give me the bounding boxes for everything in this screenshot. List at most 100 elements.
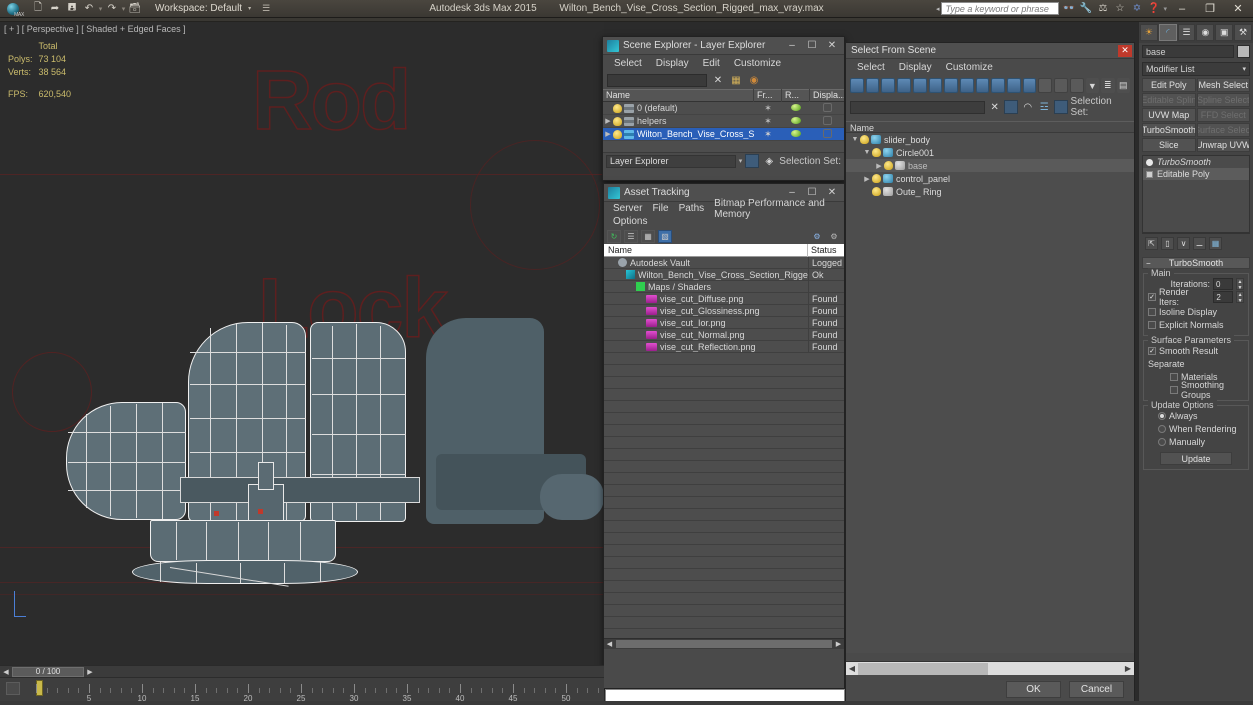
- explorer-mode-combo[interactable]: Layer Explorer: [606, 155, 736, 168]
- table-row-empty[interactable]: [604, 545, 844, 557]
- perspective-viewport[interactable]: [ + ] [ Perspective ] [ Shaded + Edged F…: [0, 22, 604, 665]
- materials-checkbox[interactable]: [1170, 373, 1178, 381]
- table-row-empty[interactable]: [604, 449, 844, 461]
- show-end-result-icon[interactable]: ▯: [1161, 237, 1174, 250]
- time-slider-track[interactable]: [96, 667, 604, 677]
- utilities-tab[interactable]: ⚒: [1234, 24, 1252, 41]
- menu-options[interactable]: Options: [608, 216, 652, 227]
- update-button[interactable]: Update: [1160, 452, 1232, 465]
- display-influences-icon[interactable]: [1054, 78, 1068, 93]
- menu-file[interactable]: File: [647, 203, 673, 214]
- command-panel[interactable]: ☀ ◜ ☰ ◉ ▣ ⚒ base Modifier List ▾ Edit Po…: [1138, 22, 1253, 705]
- columns-icon[interactable]: ▤: [1117, 78, 1131, 93]
- vise-model[interactable]: [0, 22, 604, 665]
- thumbnail-view-icon[interactable]: ▦: [641, 230, 655, 243]
- asset-horizontal-scrollbar[interactable]: ◀ ▶: [604, 638, 844, 649]
- remove-modifier-icon[interactable]: ⚊: [1193, 237, 1206, 250]
- selection-set-icon[interactable]: [1054, 100, 1068, 114]
- modifier-enable-icon[interactable]: [1146, 159, 1153, 166]
- make-unique-icon[interactable]: ∨: [1177, 237, 1190, 250]
- configure-sets-icon[interactable]: ▦: [1209, 237, 1222, 250]
- refresh-icon[interactable]: ↻: [607, 230, 621, 243]
- modifier-edit-poly-button[interactable]: Edit Poly: [1142, 78, 1196, 92]
- layer-props-icon[interactable]: ◉: [747, 73, 761, 87]
- column-freeze[interactable]: Fr...: [754, 89, 782, 102]
- grid-view-icon[interactable]: ▧: [658, 230, 672, 243]
- table-row-empty[interactable]: [604, 437, 844, 449]
- select-from-scene-dialog[interactable]: Select From Scene ✕ Select Display Custo…: [845, 42, 1135, 704]
- select-by-name-icon[interactable]: [1004, 100, 1018, 114]
- table-row-empty[interactable]: [604, 581, 844, 593]
- vault-login-icon[interactable]: ⚙: [810, 230, 824, 243]
- light-bulb-icon[interactable]: [860, 135, 869, 144]
- table-row[interactable]: Autodesk Vault Logged: [604, 257, 844, 269]
- minimize-button[interactable]: –: [1169, 0, 1195, 17]
- table-row[interactable]: Maps / Shaders: [604, 281, 844, 293]
- modifier-list-dropdown[interactable]: Modifier List ▾: [1142, 62, 1250, 76]
- tree-item-base[interactable]: ▶ base: [846, 159, 1134, 172]
- table-row[interactable]: Wilton_Bench_Vise_Cross_Section_Rigged_m…: [604, 269, 844, 281]
- freeze-toggle[interactable]: ✶: [754, 116, 782, 127]
- tree-item-slider-body[interactable]: ▼ slider_body: [846, 133, 1134, 146]
- light-bulb-icon[interactable]: [884, 161, 893, 170]
- smooth-result-checkbox[interactable]: ✓: [1148, 347, 1156, 355]
- menu-select[interactable]: Select: [607, 58, 649, 69]
- freeze-toggle[interactable]: ✶: [754, 103, 782, 114]
- help-icon[interactable]: ❓: [1146, 1, 1161, 16]
- menu-customize[interactable]: Customize: [939, 62, 1000, 73]
- filter-groups-icon[interactable]: [944, 78, 958, 93]
- modifier-ffd-select-button[interactable]: FFD Select: [1197, 108, 1251, 122]
- table-row-empty[interactable]: [604, 617, 844, 629]
- table-row[interactable]: ▶ Wilton_Bench_Vise_Cross_Section_Ri... …: [603, 128, 844, 141]
- scene-explorer-maximize-button[interactable]: ☐: [802, 37, 822, 54]
- wrench-icon[interactable]: 🔧: [1078, 1, 1093, 16]
- time-slider-bar[interactable]: ◀ 0 / 100 ▶: [0, 665, 604, 677]
- filter-cameras-icon[interactable]: [897, 78, 911, 93]
- table-row-empty[interactable]: [604, 533, 844, 545]
- help-dropdown-icon[interactable]: ▾: [1163, 5, 1167, 13]
- layer-explorer-toggle-icon[interactable]: [745, 154, 759, 168]
- freeze-toggle[interactable]: ✶: [754, 129, 782, 140]
- table-row-empty[interactable]: [604, 593, 844, 605]
- cancel-button[interactable]: Cancel: [1069, 681, 1124, 698]
- light-bulb-icon[interactable]: [872, 187, 881, 196]
- set-key-icon[interactable]: [6, 682, 20, 695]
- isoline-display-checkbox[interactable]: [1148, 308, 1156, 316]
- table-row[interactable]: vise_cut_Glossiness.png Found: [604, 305, 844, 317]
- asset-tracking-window[interactable]: Asset Tracking – ☐ ✕ Server File Paths B…: [603, 183, 845, 689]
- new-file-icon[interactable]: 🗋: [30, 1, 46, 16]
- table-row-empty[interactable]: [604, 509, 844, 521]
- display-toggle[interactable]: [810, 116, 844, 127]
- hierarchy-tab[interactable]: ☰: [1178, 24, 1196, 41]
- tree-item-circle001[interactable]: ▼ Circle001: [846, 146, 1134, 159]
- scroll-right-arrow-icon[interactable]: ▶: [1122, 664, 1134, 673]
- main-menu-icon[interactable]: ☰: [262, 3, 270, 14]
- column-render[interactable]: R...: [782, 89, 810, 102]
- modifier-stack[interactable]: TurboSmooth Editable Poly: [1142, 155, 1250, 233]
- asset-rows[interactable]: Autodesk Vault Logged Wilton_Bench_Vise_…: [604, 257, 844, 353]
- layer-tree[interactable]: 0 (default) ✶ ▶ helpers ✶ ▶ Wilton_Bench…: [603, 102, 844, 152]
- table-row-empty[interactable]: [604, 389, 844, 401]
- redo-icon[interactable]: ↷: [104, 1, 120, 16]
- light-bulb-icon[interactable]: [872, 174, 881, 183]
- filter-lights-icon[interactable]: [881, 78, 895, 93]
- expander-icon[interactable]: ▶: [603, 117, 613, 125]
- prev-frame-icon[interactable]: ◀: [0, 668, 12, 676]
- filter-helpers-icon[interactable]: [913, 78, 927, 93]
- tree-item-control-panel[interactable]: ▶ control_panel: [846, 172, 1134, 185]
- table-row-empty[interactable]: [604, 557, 844, 569]
- table-row-empty[interactable]: [604, 425, 844, 437]
- scene-explorer-filter-input[interactable]: [607, 74, 707, 87]
- scroll-right-arrow-icon[interactable]: ▶: [833, 640, 844, 648]
- workspace-selector[interactable]: Workspace: Default ▾: [151, 1, 255, 16]
- undo-icon[interactable]: ↶: [81, 1, 97, 16]
- table-row-empty[interactable]: [604, 629, 844, 638]
- display-dependents-icon[interactable]: [1070, 78, 1084, 93]
- filter-geometry-icon[interactable]: [850, 78, 864, 93]
- table-row[interactable]: ▶ helpers ✶: [603, 115, 844, 128]
- scrollbar-thumb[interactable]: [858, 663, 988, 675]
- table-row[interactable]: 0 (default) ✶: [603, 102, 844, 115]
- next-frame-icon[interactable]: ▶: [84, 668, 96, 676]
- favorites-star-icon[interactable]: ☆: [1112, 1, 1127, 16]
- 3dsmax-logo-icon[interactable]: MAX: [2, 1, 24, 17]
